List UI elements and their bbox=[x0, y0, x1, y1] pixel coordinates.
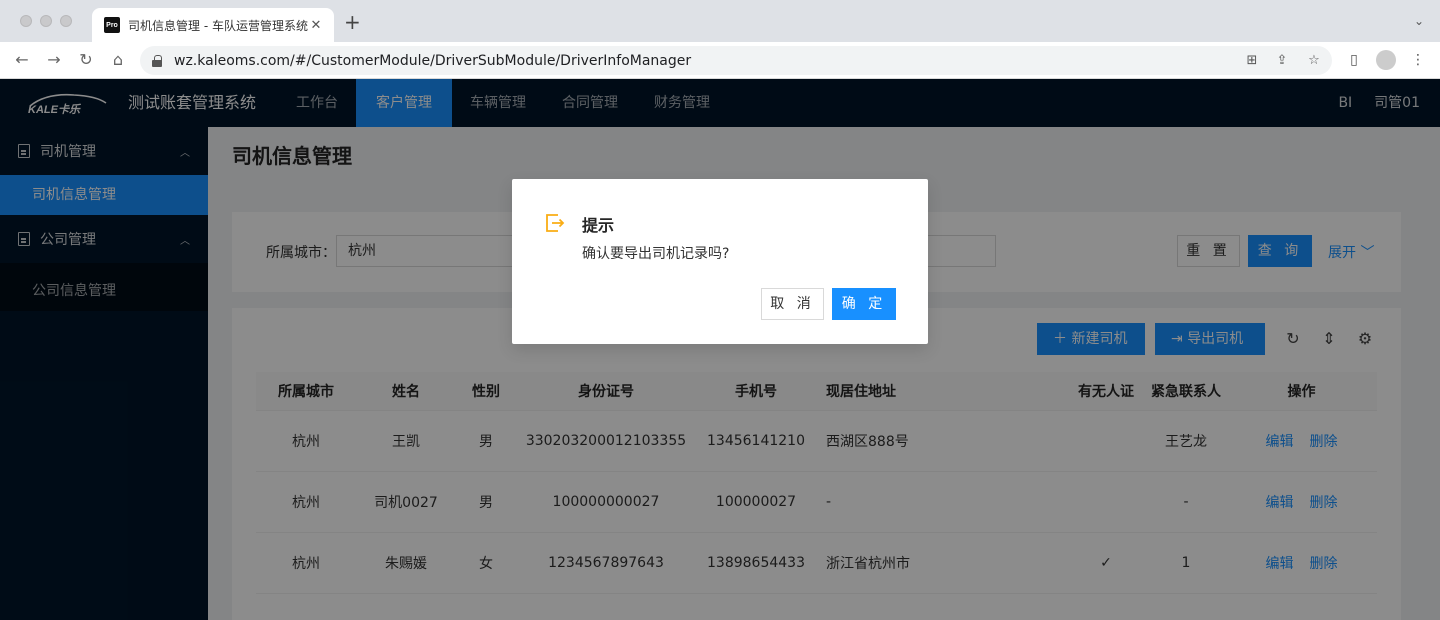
tab-close-icon[interactable]: ✕ bbox=[308, 18, 324, 33]
browser-tab[interactable]: Pro 司机信息管理 - 车队运营管理系统 ✕ bbox=[92, 8, 334, 42]
modal-mask[interactable] bbox=[0, 79, 1440, 620]
address-bar: ← → ↻ ⌂ wz.kaleoms.com/#/CustomerModule/… bbox=[0, 42, 1440, 79]
ok-button[interactable]: 确 定 bbox=[832, 288, 896, 320]
confirm-modal: 提示 确认要导出司机记录吗? 取 消 确 定 bbox=[512, 179, 928, 344]
forward-icon[interactable]: → bbox=[44, 50, 64, 70]
window-maximize-button[interactable] bbox=[60, 15, 72, 27]
lock-icon[interactable] bbox=[152, 54, 162, 67]
window-close-button[interactable] bbox=[20, 15, 32, 27]
tab-title: 司机信息管理 - 车队运营管理系统 bbox=[128, 18, 308, 33]
share-icon[interactable]: ⇪ bbox=[1274, 53, 1290, 69]
tab-search-icon[interactable]: ⌄ bbox=[1414, 14, 1424, 28]
reload-icon[interactable]: ↻ bbox=[76, 50, 96, 70]
modal-title: 提示 bbox=[582, 216, 615, 235]
url-text: wz.kaleoms.com/#/CustomerModule/DriverSu… bbox=[174, 52, 692, 69]
modal-message: 确认要导出司机记录吗? bbox=[582, 246, 730, 262]
profile-avatar[interactable] bbox=[1376, 50, 1396, 70]
url-field[interactable]: wz.kaleoms.com/#/CustomerModule/DriverSu… bbox=[140, 46, 1332, 75]
bookmark-star-icon[interactable]: ☆ bbox=[1306, 53, 1322, 69]
side-panel-icon[interactable]: ▯ bbox=[1344, 50, 1364, 70]
favicon-icon: Pro bbox=[104, 17, 120, 33]
cancel-button[interactable]: 取 消 bbox=[761, 288, 824, 320]
browser-tab-bar: Pro 司机信息管理 - 车队运营管理系统 ✕ + ⌄ bbox=[0, 0, 1440, 42]
translate-icon[interactable]: ⊞ bbox=[1244, 53, 1260, 69]
window-minimize-button[interactable] bbox=[40, 15, 52, 27]
home-icon[interactable]: ⌂ bbox=[108, 50, 128, 70]
browser-menu-icon[interactable]: ⋮ bbox=[1408, 50, 1428, 70]
export-icon bbox=[546, 214, 565, 232]
new-tab-icon[interactable]: + bbox=[344, 12, 361, 32]
back-icon[interactable]: ← bbox=[12, 50, 32, 70]
